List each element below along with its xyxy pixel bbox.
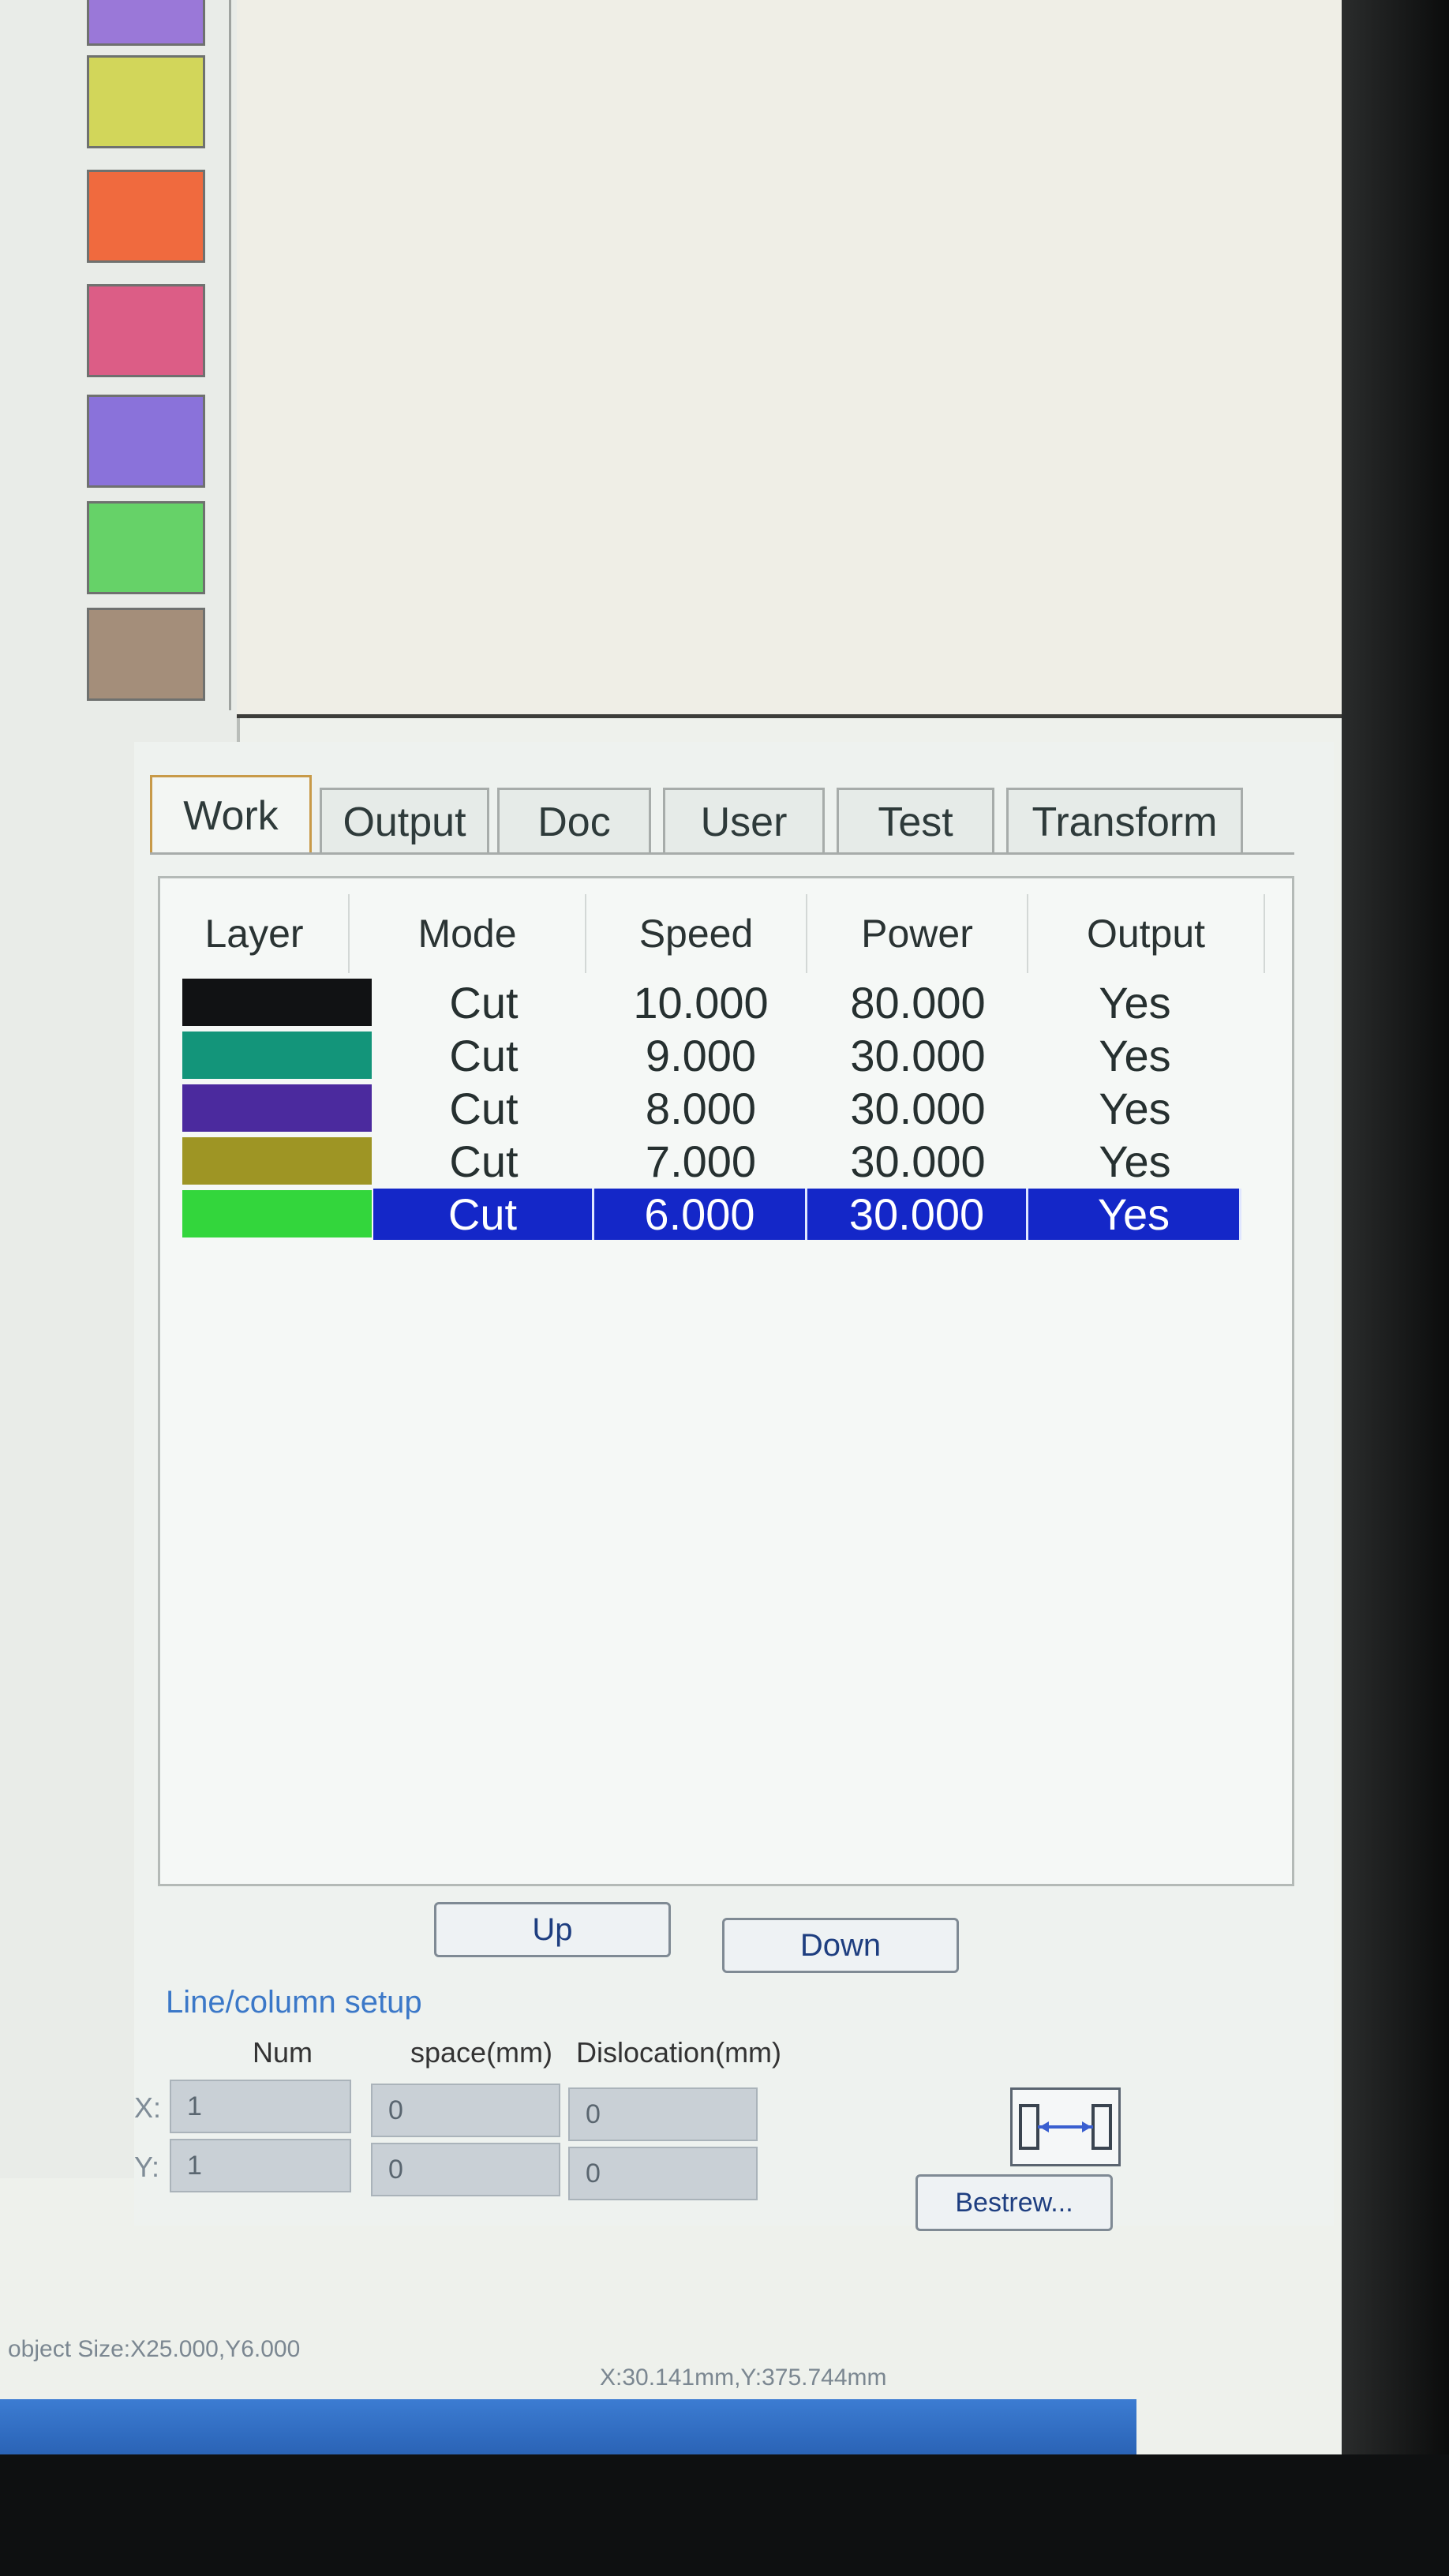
header-power[interactable]: Power	[807, 894, 1028, 973]
drawing-canvas[interactable]	[237, 0, 1342, 718]
power-cell: 30.000	[807, 1189, 1028, 1240]
tab-label: Transform	[1032, 799, 1218, 845]
power-cell: 30.000	[850, 1136, 986, 1186]
work-panel: Work Output Doc User Test Transform Laye…	[134, 742, 1334, 2231]
speed-cell: 6.000	[594, 1189, 807, 1240]
table-row-selected[interactable]: Cut 6.000 30.000 Yes	[160, 1189, 1297, 1240]
output-cell: Yes	[1099, 978, 1171, 1028]
palette-swatch[interactable]	[87, 0, 205, 46]
header-mode[interactable]: Mode	[350, 894, 586, 973]
tab-work[interactable]: Work	[150, 775, 312, 854]
x-dislocation-field[interactable]: 0	[568, 2087, 758, 2141]
space-column-header: space(mm)	[410, 2036, 553, 2069]
line-column-setup-title: Line/column setup	[166, 1985, 422, 2020]
tab-output[interactable]: Output	[320, 788, 489, 854]
layer-color-swatch	[182, 1084, 372, 1132]
power-cell: 30.000	[850, 1031, 986, 1080]
tab-label: Work	[183, 792, 279, 839]
x-space-field[interactable]: 0	[371, 2084, 560, 2137]
palette-swatch[interactable]	[87, 501, 205, 594]
layer-color-swatch	[182, 1137, 372, 1185]
layer-color-swatch	[182, 1190, 372, 1237]
table-row[interactable]: Cut 10.000 80.000 Yes	[160, 977, 1297, 1028]
y-axis-label: Y:	[134, 2151, 160, 2183]
tab-test[interactable]: Test	[837, 788, 994, 854]
speed-cell: 9.000	[645, 1031, 757, 1080]
speed-cell: 8.000	[645, 1084, 757, 1133]
output-cell: Yes	[1099, 1136, 1171, 1186]
mode-cell: Cut	[449, 1031, 519, 1080]
mode-cell: Cut	[449, 1084, 519, 1133]
cursor-coords-text: X:30.141mm,Y:375.744mm	[600, 2364, 887, 2391]
palette-swatch[interactable]	[87, 170, 205, 263]
header-speed[interactable]: Speed	[586, 894, 807, 973]
x-num-field[interactable]: 1	[170, 2080, 351, 2133]
table-row[interactable]: Cut 7.000 30.000 Yes	[160, 1136, 1297, 1187]
tab-label: Output	[343, 799, 466, 845]
object-size-text: object Size:X25.000,Y6.000	[8, 2336, 301, 2362]
table-row[interactable]: Cut 8.000 30.000 Yes	[160, 1083, 1297, 1134]
palette-swatch[interactable]	[87, 608, 205, 701]
up-button[interactable]: Up	[434, 1902, 671, 1957]
power-cell: 30.000	[850, 1084, 986, 1133]
layer-table: Layer Mode Speed Power Output Cut 10.000…	[158, 876, 1294, 1886]
monitor-bezel-bottom	[0, 2454, 1449, 2576]
y-space-field[interactable]: 0	[371, 2143, 560, 2196]
down-button[interactable]: Down	[722, 1918, 959, 1973]
array-layout-icon-graphic	[1019, 2104, 1112, 2150]
layer-color-swatch	[182, 1032, 372, 1079]
header-output[interactable]: Output	[1028, 894, 1265, 973]
palette-swatch[interactable]	[87, 395, 205, 488]
tab-divider	[150, 852, 1294, 855]
speed-cell: 10.000	[633, 978, 769, 1028]
tab-label: User	[700, 799, 788, 845]
palette-swatch[interactable]	[87, 284, 205, 377]
layer-color-swatch	[182, 979, 372, 1026]
monitor-bezel-right	[1342, 0, 1449, 2576]
tab-doc[interactable]: Doc	[497, 788, 651, 854]
speed-cell: 7.000	[645, 1136, 757, 1186]
mode-cell: Cut	[449, 1136, 519, 1186]
y-dislocation-field[interactable]: 0	[568, 2147, 758, 2200]
num-column-header: Num	[253, 2036, 313, 2069]
power-cell: 80.000	[850, 978, 986, 1028]
mode-cell: Cut	[373, 1189, 594, 1240]
table-row[interactable]: Cut 9.000 30.000 Yes	[160, 1030, 1297, 1081]
tab-label: Doc	[537, 799, 611, 845]
array-layout-icon[interactable]	[1010, 2087, 1121, 2166]
y-num-field[interactable]: 1	[170, 2139, 351, 2192]
palette-swatch[interactable]	[87, 55, 205, 148]
color-palette	[79, 0, 231, 710]
dislocation-column-header: Dislocation(mm)	[576, 2036, 782, 2069]
output-cell: Yes	[1028, 1189, 1241, 1240]
tab-transform[interactable]: Transform	[1006, 788, 1243, 854]
tab-user[interactable]: User	[663, 788, 825, 854]
output-cell: Yes	[1099, 1084, 1171, 1133]
bestrew-button[interactable]: Bestrew...	[915, 2174, 1113, 2231]
mode-cell: Cut	[449, 978, 519, 1028]
taskbar	[0, 2399, 1136, 2454]
x-axis-label: X:	[134, 2091, 162, 2124]
header-layer[interactable]: Layer	[160, 894, 350, 973]
status-bar: object Size:X25.000,Y6.000 X:30.141mm,Y:…	[0, 2336, 1184, 2399]
app-window: Work Output Doc User Test Transform Laye…	[0, 0, 1413, 2525]
output-cell: Yes	[1099, 1031, 1171, 1080]
tab-label: Test	[878, 799, 953, 845]
